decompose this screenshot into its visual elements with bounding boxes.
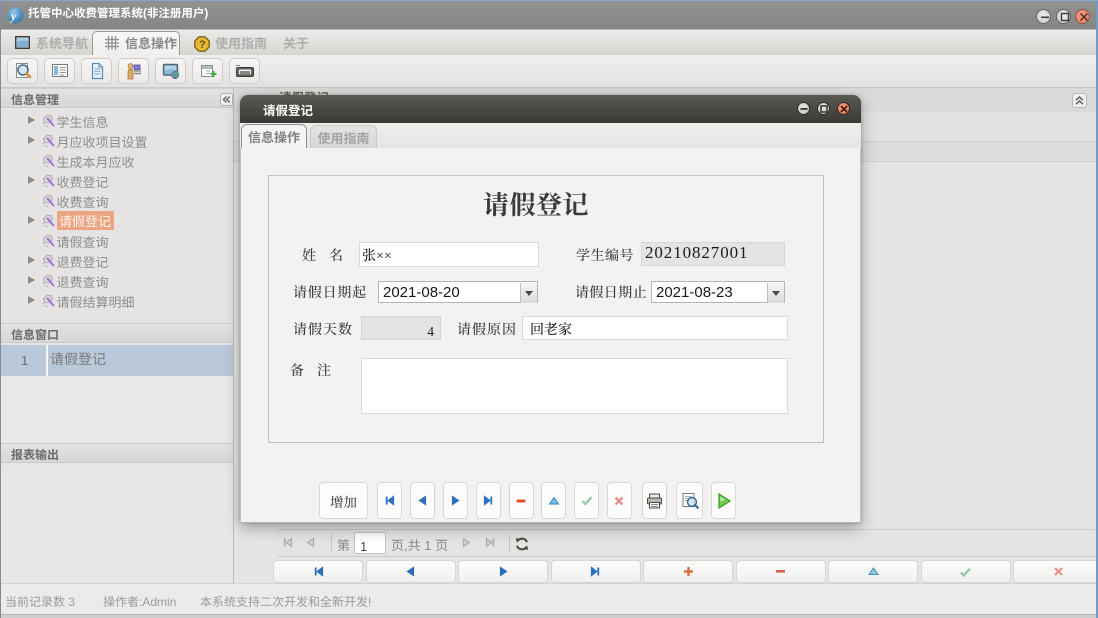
svg-text:?: ? (199, 39, 206, 51)
svg-text:y: y (9, 9, 17, 23)
